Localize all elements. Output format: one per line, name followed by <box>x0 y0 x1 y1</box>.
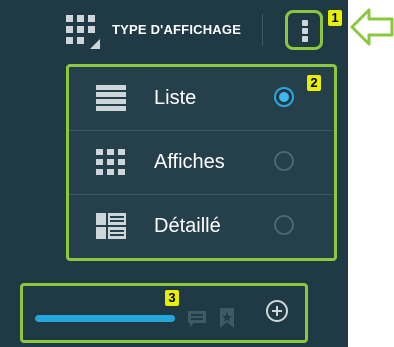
action-bar-divider <box>262 14 263 46</box>
progress-bar <box>35 315 175 322</box>
menu-item-affiches[interactable]: Affiches <box>69 130 334 194</box>
view-type-menu: 2 Liste Affiches Détaillé <box>66 64 337 261</box>
add-icon[interactable] <box>266 300 288 322</box>
view-type-grid-icon[interactable] <box>66 15 100 49</box>
detail-icon <box>96 213 126 239</box>
radio-selected[interactable] <box>274 87 294 107</box>
menu-item-label: Détaillé <box>154 215 221 237</box>
action-bar: TYPE D'AFFICHAGE 1 <box>0 0 348 60</box>
radio-unselected[interactable] <box>274 215 294 235</box>
grid-icon <box>96 149 125 175</box>
overflow-menu-button[interactable] <box>285 10 323 50</box>
bookmark-icon[interactable] <box>219 308 235 328</box>
annotation-badge-3: 3 <box>165 290 179 306</box>
overflow-dot-icon <box>302 20 308 26</box>
comment-icon[interactable] <box>187 310 207 328</box>
progress-fill <box>35 315 175 322</box>
menu-item-label: Affiches <box>154 151 225 173</box>
annotation-badge-1: 1 <box>328 10 342 26</box>
bottom-bar: 3 <box>20 283 308 343</box>
radio-unselected[interactable] <box>274 151 294 171</box>
menu-item-detaille[interactable]: Détaillé <box>69 194 334 258</box>
list-icon <box>96 85 126 111</box>
menu-item-liste[interactable]: Liste <box>69 67 334 130</box>
overflow-dot-icon <box>302 36 308 42</box>
overflow-dot-icon <box>302 28 308 34</box>
annotation-arrow-icon <box>350 8 394 46</box>
menu-item-label: Liste <box>154 87 197 109</box>
view-type-title[interactable]: TYPE D'AFFICHAGE <box>112 22 241 37</box>
